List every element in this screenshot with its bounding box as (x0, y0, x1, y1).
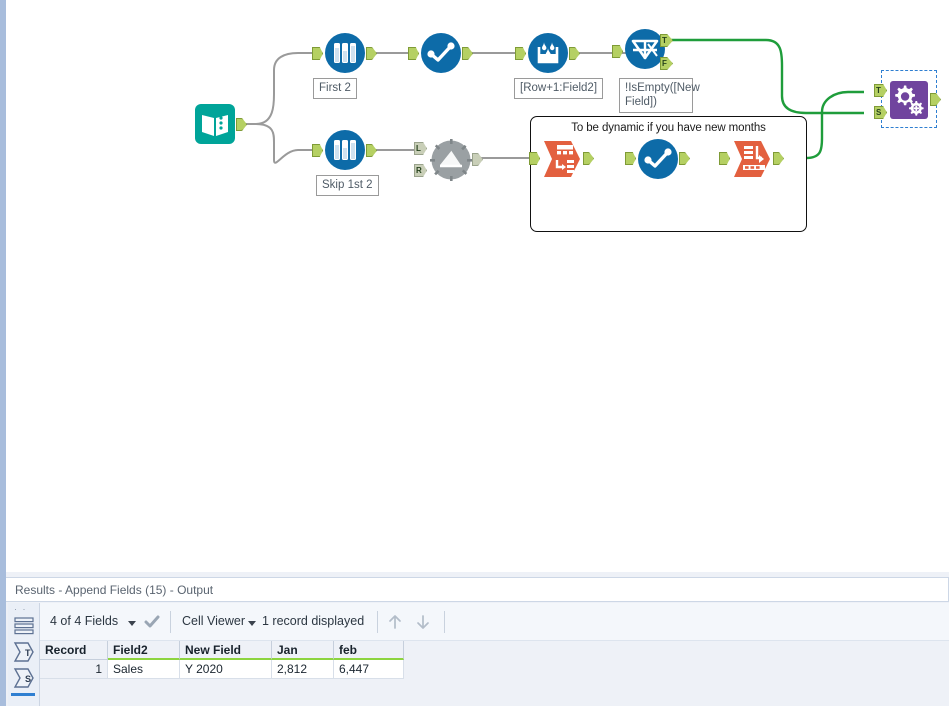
cell-feb[interactable]: 6,447 (334, 660, 404, 679)
select-tool-top[interactable] (408, 32, 473, 74)
records-list-icon[interactable] (13, 615, 35, 637)
cross-tab-tool-icon (734, 141, 770, 177)
input-anchor[interactable] (515, 47, 526, 60)
record-count-label: 1 record displayed (262, 614, 365, 628)
fields-selector-label[interactable]: 4 of 4 Fields (50, 614, 118, 628)
container-caption: To be dynamic if you have new months (571, 122, 766, 134)
append-fields-icon (890, 81, 928, 119)
filter-tool-icon (625, 29, 665, 69)
arrow-up-icon[interactable] (386, 613, 404, 631)
results-icon-rail: · · · · · T S (8, 603, 40, 706)
right-input-anchor[interactable]: R (414, 164, 427, 177)
results-pane: Results - Append Fields (15) - Output · … (0, 572, 949, 706)
workflow-canvas[interactable]: First 2 [Row+1:Field2] T F !IsEmpty([New… (0, 0, 949, 572)
check-icon[interactable] (144, 614, 160, 630)
input-anchor[interactable] (612, 45, 623, 58)
false-output-anchor[interactable]: F (660, 57, 673, 70)
svg-text:T: T (25, 648, 31, 658)
table-header-row: Record Field2 New Field Jan feb (40, 641, 404, 660)
column-header[interactable]: Record (40, 641, 108, 660)
output-anchor[interactable] (472, 153, 483, 166)
column-header[interactable]: feb (334, 641, 404, 660)
output-anchor[interactable] (236, 118, 247, 131)
left-input-anchor[interactable]: L (414, 142, 427, 155)
input-anchor[interactable] (312, 47, 323, 60)
results-title: Results - Append Fields (15) - Output (6, 577, 949, 602)
viewer-selector-caret[interactable] (248, 621, 256, 626)
svg-text:S: S (25, 674, 31, 684)
multi-row-formula-label[interactable]: [Row+1:Field2] (514, 78, 604, 99)
connection-wires (239, 38, 864, 164)
viewer-selector-label[interactable]: Cell Viewer (182, 614, 245, 628)
join-tool-disabled[interactable]: L R (414, 139, 483, 181)
input-data-icon (195, 104, 235, 144)
sample-skip1st2-label[interactable]: Skip 1st 2 (316, 175, 379, 196)
results-body: · · · · · T S 4 of 4 Fields (6, 603, 949, 706)
cell-record[interactable]: 1 (40, 660, 108, 679)
multi-row-formula-tool[interactable] (515, 32, 580, 74)
cell-new-field[interactable]: Y 2020 (180, 660, 272, 679)
toolbar-separator-1 (170, 611, 171, 633)
cell-jan[interactable]: 2,812 (272, 660, 334, 679)
sample-tool-icon (325, 33, 365, 73)
input-data-tool[interactable] (194, 103, 247, 145)
filter-tool[interactable]: T F (612, 28, 673, 70)
output-anchor[interactable] (366, 144, 377, 157)
transpose-tool[interactable] (529, 138, 594, 180)
select-tool-icon (638, 139, 678, 179)
output-anchor[interactable] (930, 93, 941, 106)
filter-expression-label[interactable]: !IsEmpty([New Field]) (619, 78, 700, 113)
select-tool-icon (421, 33, 461, 73)
rail-active-indicator (11, 693, 35, 696)
rail-drag-handle[interactable]: · · · · · (14, 606, 34, 612)
transpose-tool-icon (544, 141, 580, 177)
input-anchor[interactable] (312, 144, 323, 157)
join-tool-icon (430, 139, 472, 181)
sum-t-anchor-icon[interactable]: T (13, 641, 35, 663)
results-toolbar: 4 of 4 Fields Cell Viewer 1 record displ… (40, 603, 949, 641)
cell-field2[interactable]: Sales (108, 660, 180, 679)
select-tool-container[interactable] (625, 138, 690, 180)
table-row[interactable]: 1 Sales Y 2020 2,812 6,447 (40, 660, 404, 679)
column-header[interactable]: New Field (180, 641, 272, 660)
output-anchor[interactable] (366, 47, 377, 60)
input-anchor[interactable] (408, 47, 419, 60)
output-anchor[interactable] (462, 47, 473, 60)
output-anchor[interactable] (569, 47, 580, 60)
cross-tab-tool[interactable] (719, 138, 784, 180)
sum-s-anchor-icon[interactable]: S (13, 667, 35, 689)
results-table[interactable]: Record Field2 New Field Jan feb 1 Sales … (40, 641, 949, 706)
true-output-anchor[interactable]: T (660, 34, 673, 47)
arrow-down-icon[interactable] (414, 613, 432, 631)
sample-tool-icon (325, 130, 365, 170)
column-header[interactable]: Field2 (108, 641, 180, 660)
toolbar-separator-3 (444, 611, 445, 633)
append-fields-tool[interactable]: T S (874, 79, 941, 121)
multi-row-formula-icon (528, 33, 568, 73)
sample-tool-skip1st2[interactable] (312, 129, 377, 171)
column-header[interactable]: Jan (272, 641, 334, 660)
fields-selector-caret[interactable] (128, 621, 136, 626)
alteryx-designer-window: First 2 [Row+1:Field2] T F !IsEmpty([New… (0, 0, 949, 706)
toolbar-separator-2 (377, 611, 378, 633)
sample-tool-first2[interactable] (312, 32, 377, 74)
sample-first2-label[interactable]: First 2 (313, 78, 357, 99)
